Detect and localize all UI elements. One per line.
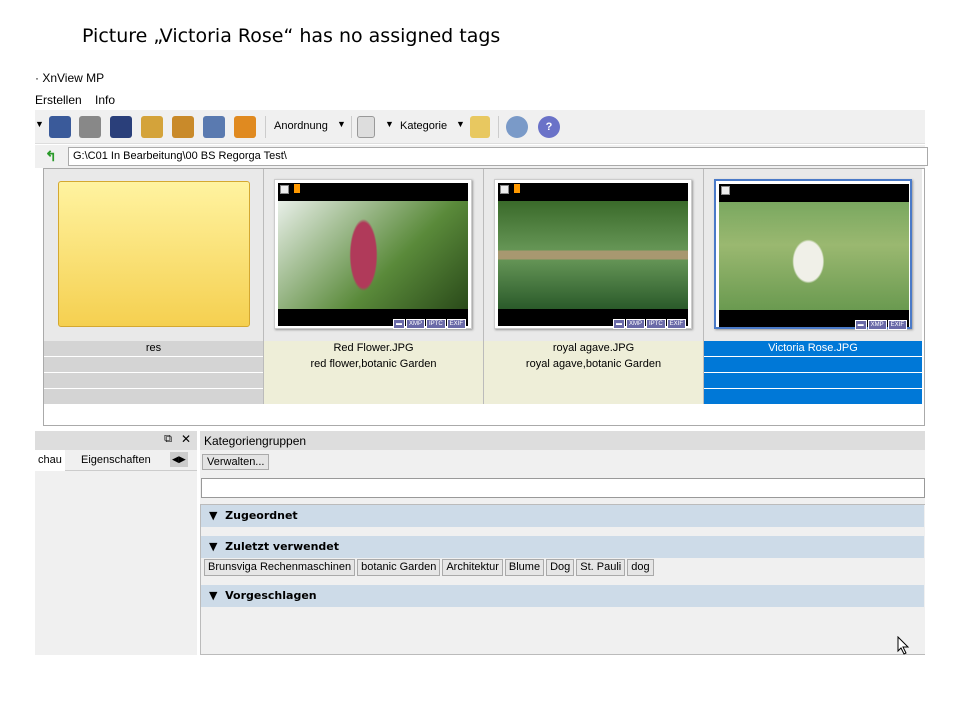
- tag-button[interactable]: Blume: [504, 559, 545, 576]
- dropdown-arrow-icon[interactable]: ▼: [35, 119, 44, 129]
- camera-icon[interactable]: [203, 116, 225, 138]
- section-zugeordnet[interactable]: ▼ Zugeordnet: [201, 505, 924, 527]
- gear-icon[interactable]: [506, 116, 528, 138]
- folder-icon: [58, 181, 250, 327]
- tag-button[interactable]: Architektur: [442, 559, 503, 576]
- path-input[interactable]: G:\C01 In Bearbeitung\00 BS Regorga Test…: [68, 147, 928, 166]
- item-name: Victoria Rose.JPG: [704, 341, 922, 357]
- binoculars-icon[interactable]: [49, 116, 71, 138]
- exif-badge: EXIF: [666, 319, 686, 329]
- chevron-down-icon[interactable]: ▼: [337, 119, 346, 129]
- thumbnail-image: [498, 201, 688, 309]
- sort-button[interactable]: Anordnung: [274, 120, 328, 132]
- thumbnail-item-folder[interactable]: res: [44, 169, 264, 405]
- collapse-icon: ▼: [209, 589, 218, 602]
- convert-icon[interactable]: [141, 116, 163, 138]
- panel-header: Kategoriengruppen: [200, 431, 925, 450]
- tab-scroll-arrows-icon[interactable]: ◀▶: [170, 452, 188, 467]
- recent-tags: Brunsviga Rechenmaschinen botanic Garden A…: [204, 559, 656, 576]
- exif-badge: EXIF: [887, 320, 907, 330]
- tab-eigenschaften[interactable]: Eigenschaften: [75, 454, 157, 466]
- item-name: Red Flower.JPG: [264, 341, 483, 357]
- tag-button[interactable]: St. Pauli: [576, 559, 626, 576]
- help-icon[interactable]: ?: [538, 116, 560, 138]
- checkbox[interactable]: [280, 185, 289, 194]
- menu-erstellen[interactable]: Erstellen: [35, 93, 82, 107]
- left-panel: ⧉ ✕ chau Eigenschaften ◀▶: [35, 431, 197, 655]
- badge: ▬: [612, 319, 625, 329]
- iptc-badge: IPTC: [645, 319, 666, 329]
- scanner-icon[interactable]: [110, 116, 132, 138]
- thumbnail-image: [719, 202, 909, 310]
- slideshow-icon[interactable]: [234, 116, 256, 138]
- batch-convert-icon[interactable]: [172, 116, 194, 138]
- up-folder-icon[interactable]: ↰: [45, 148, 57, 165]
- section-title: Vorgeschlagen: [225, 589, 317, 602]
- tag-button[interactable]: botanic Garden: [357, 559, 441, 576]
- tag-button[interactable]: Dog: [546, 559, 575, 576]
- chevron-down-icon[interactable]: ▼: [456, 119, 465, 129]
- menu-info[interactable]: Info: [95, 93, 115, 107]
- address-bar: ↰ G:\C01 In Bearbeitung\00 BS Regorga Te…: [35, 145, 928, 168]
- print-icon[interactable]: [79, 116, 101, 138]
- mouse-cursor-icon: [897, 636, 910, 655]
- collapse-icon: ▼: [209, 509, 218, 522]
- item-name: res: [44, 341, 263, 357]
- tab-vorschau[interactable]: chau: [35, 450, 65, 471]
- section-vorgeschlagen[interactable]: ▼ Vorgeschlagen: [201, 585, 924, 607]
- section-title: Zugeordnet: [225, 509, 298, 522]
- float-icon[interactable]: ⧉: [164, 433, 172, 446]
- bookmark-icon: [294, 184, 300, 193]
- thumbnail-size-icon[interactable]: [357, 116, 375, 138]
- item-tags: royal agave,botanic Garden: [484, 357, 703, 373]
- thumbnail-item[interactable]: ▬ XMP IPTC EXIF Red Flower.JPG red flower,b…: [264, 169, 484, 404]
- thumbnail-image: [278, 201, 468, 309]
- tag-button[interactable]: dog: [627, 559, 654, 576]
- thumbnail-item-selected[interactable]: ▬ XMP EXIF Victoria Rose.JPG: [704, 169, 922, 405]
- item-tags: red flower,botanic Garden: [264, 357, 483, 373]
- collapse-icon: ▼: [209, 540, 218, 553]
- xmp-badge: XMP: [625, 319, 645, 329]
- badge: ▬: [854, 320, 867, 330]
- iptc-badge: IPTC: [425, 319, 446, 329]
- section-zuletzt-verwendet[interactable]: ▼ Zuletzt verwendet: [201, 536, 924, 558]
- window-title: · XnView MP: [35, 71, 105, 85]
- badge: ▬: [392, 319, 405, 329]
- xmp-badge: XMP: [405, 319, 425, 329]
- exif-badge: EXIF: [446, 319, 466, 329]
- toolbar: ▼ Anordnung ▼ ▼ Kategorie ▼ ?: [35, 110, 925, 144]
- bookmark-icon: [514, 184, 520, 193]
- close-icon[interactable]: ✕: [181, 432, 191, 446]
- manage-button[interactable]: Verwalten...: [202, 454, 270, 470]
- thumbnail-browser: res ▬ XMP IPTC EXIF Red Flower.JPG red flow…: [43, 168, 925, 426]
- folder-tree-icon[interactable]: [470, 116, 490, 138]
- thumbnail-item[interactable]: ▬ XMP IPTC EXIF royal agave.JPG royal agave…: [484, 169, 704, 404]
- xmp-badge: XMP: [867, 320, 887, 330]
- category-panel: Kategoriengruppen Verwalten... ▼ Zugeord…: [200, 431, 925, 655]
- category-button[interactable]: Kategorie: [400, 120, 447, 132]
- checkbox[interactable]: [721, 186, 730, 195]
- item-name: royal agave.JPG: [484, 341, 703, 357]
- slide-title: Picture „Victoria Rose“ has no assigned …: [82, 25, 501, 47]
- chevron-down-icon[interactable]: ▼: [385, 119, 394, 129]
- category-search-input[interactable]: [201, 478, 925, 498]
- section-title: Zuletzt verwendet: [225, 540, 340, 553]
- tag-button[interactable]: Brunsviga Rechenmaschinen: [204, 559, 356, 576]
- checkbox[interactable]: [500, 185, 509, 194]
